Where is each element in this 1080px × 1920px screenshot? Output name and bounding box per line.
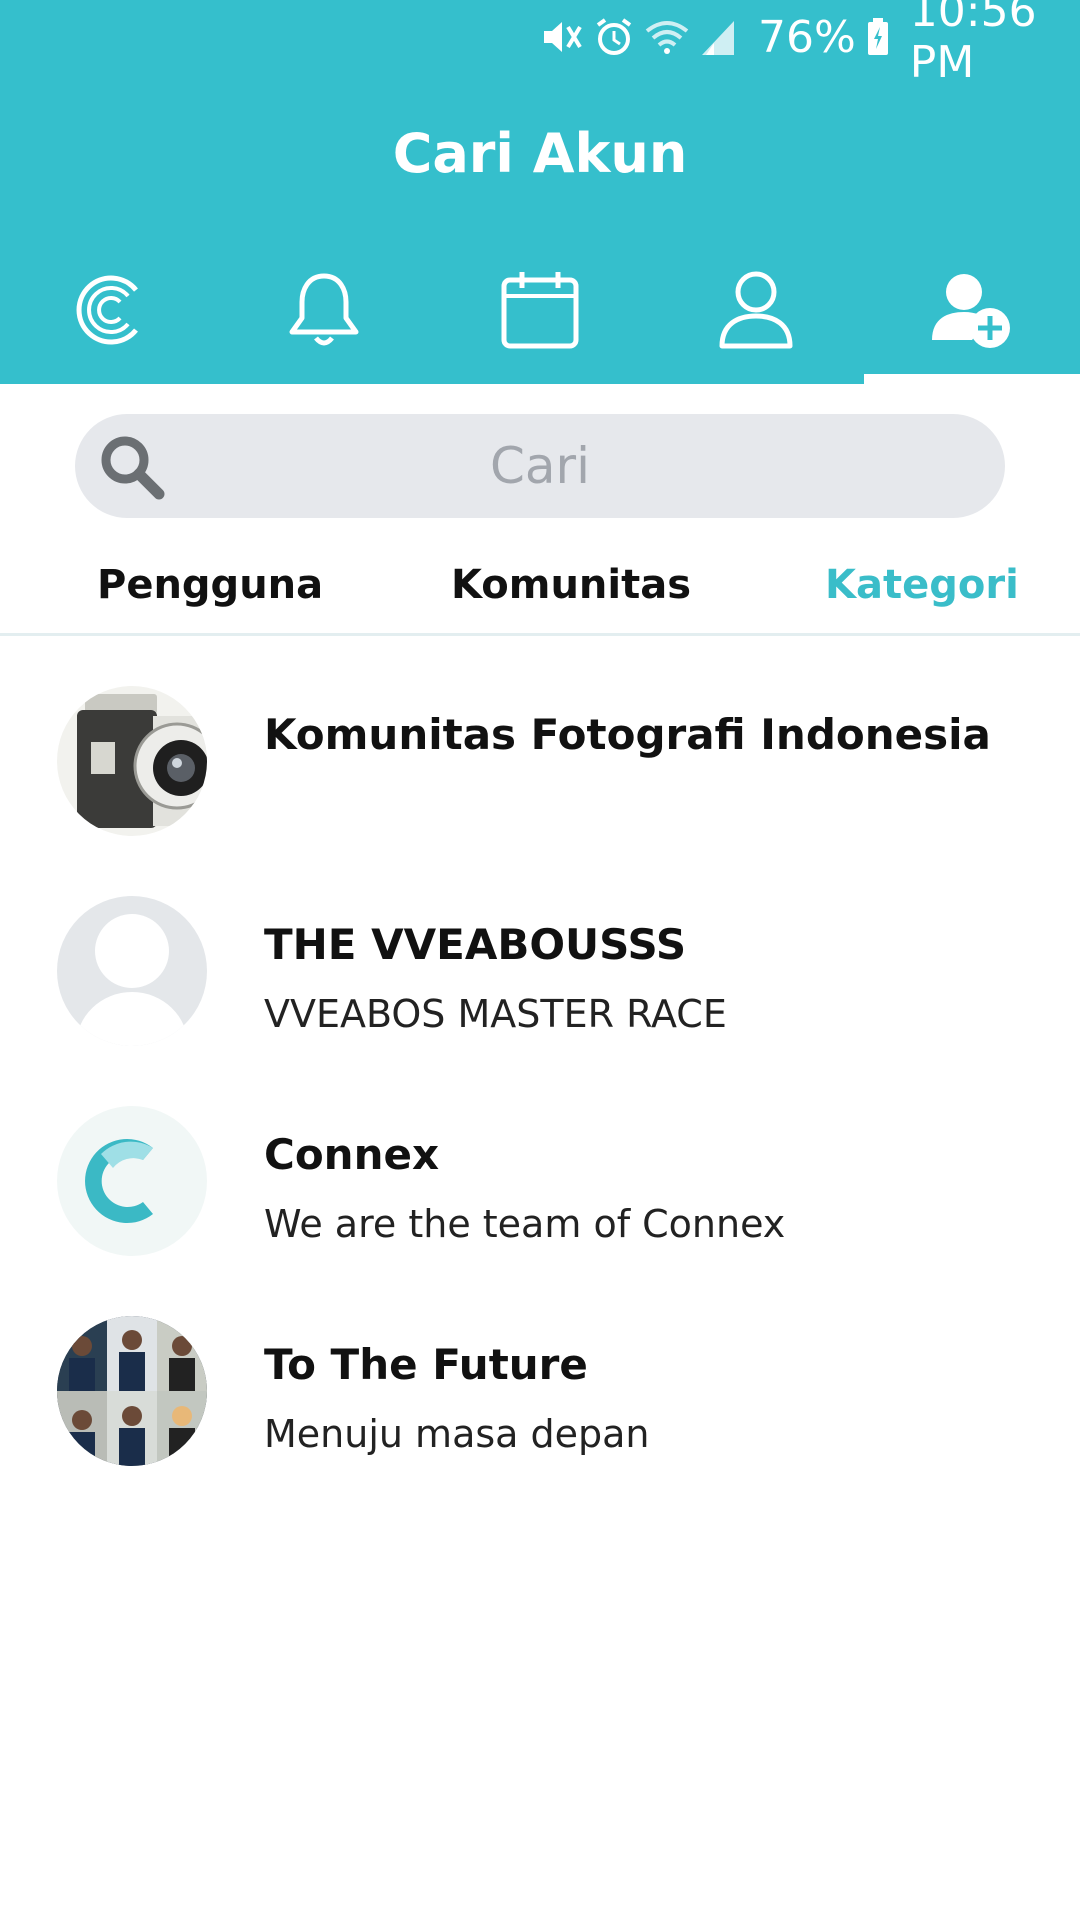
- connex-logo-icon: [70, 270, 146, 350]
- list-item[interactable]: Komunitas Fotografi Indonesia: [0, 686, 1080, 896]
- add-user-icon: [932, 270, 1012, 350]
- category-tabs: Pengguna Komunitas Kategori: [0, 552, 1080, 636]
- list-item[interactable]: THE VVEABOUSSS VVEABOS MASTER RACE: [0, 896, 1080, 1106]
- profile-icon: [718, 270, 794, 350]
- nav-tab-calendar[interactable]: [432, 258, 648, 384]
- tab-komunitas[interactable]: Komunitas: [451, 562, 691, 608]
- community-description: VVEABOS MASTER RACE: [264, 992, 727, 1036]
- bell-icon: [286, 270, 362, 350]
- avatar: [57, 1316, 207, 1466]
- status-bar: 76% 10:56 PM: [0, 0, 1080, 88]
- community-name: To The Future: [264, 1340, 588, 1389]
- nav-tab-profile[interactable]: [648, 258, 864, 384]
- nav-tab-home[interactable]: [0, 258, 216, 384]
- signal-icon: [700, 17, 736, 57]
- app-header: 76% 10:56 PM Cari Akun: [0, 0, 1080, 384]
- connex-logo-icon: [57, 1106, 207, 1256]
- avatar: [57, 1106, 207, 1256]
- nav-tab-find-account[interactable]: [864, 258, 1080, 384]
- community-name: THE VVEABOUSSS: [264, 920, 687, 969]
- search-icon: [97, 432, 167, 507]
- tab-pengguna[interactable]: Pengguna: [97, 562, 323, 608]
- battery-icon: [866, 17, 890, 57]
- active-tab-indicator: [864, 374, 1080, 384]
- main-navigation: [0, 258, 1080, 384]
- group-photo-collage-icon: [57, 1316, 207, 1466]
- alarm-icon: [594, 17, 634, 57]
- battery-percentage: 76%: [758, 11, 856, 63]
- community-description: We are the team of Connex: [264, 1202, 786, 1246]
- community-name: Connex: [264, 1130, 440, 1179]
- search-bar: [75, 414, 1005, 518]
- avatar: [57, 896, 207, 1046]
- search-input[interactable]: [75, 414, 1005, 518]
- community-description: Menuju masa depan: [264, 1412, 650, 1456]
- page-title: Cari Akun: [392, 122, 688, 185]
- community-name: Komunitas Fotografi Indonesia: [264, 710, 991, 759]
- list-item[interactable]: To The Future Menuju masa depan: [0, 1316, 1080, 1526]
- camera-photo-icon: [57, 686, 207, 836]
- clock: 10:56 PM: [909, 0, 1037, 88]
- wifi-icon: [644, 17, 690, 57]
- avatar: [57, 686, 207, 836]
- nav-tab-notifications[interactable]: [216, 258, 432, 384]
- mute-icon: [540, 17, 584, 57]
- default-avatar-icon: [57, 896, 207, 1046]
- calendar-icon: [500, 270, 580, 350]
- tab-kategori[interactable]: Kategori: [825, 562, 1019, 608]
- list-item[interactable]: Connex We are the team of Connex: [0, 1106, 1080, 1316]
- community-list: Komunitas Fotografi Indonesia THE VVEABO…: [0, 686, 1080, 1526]
